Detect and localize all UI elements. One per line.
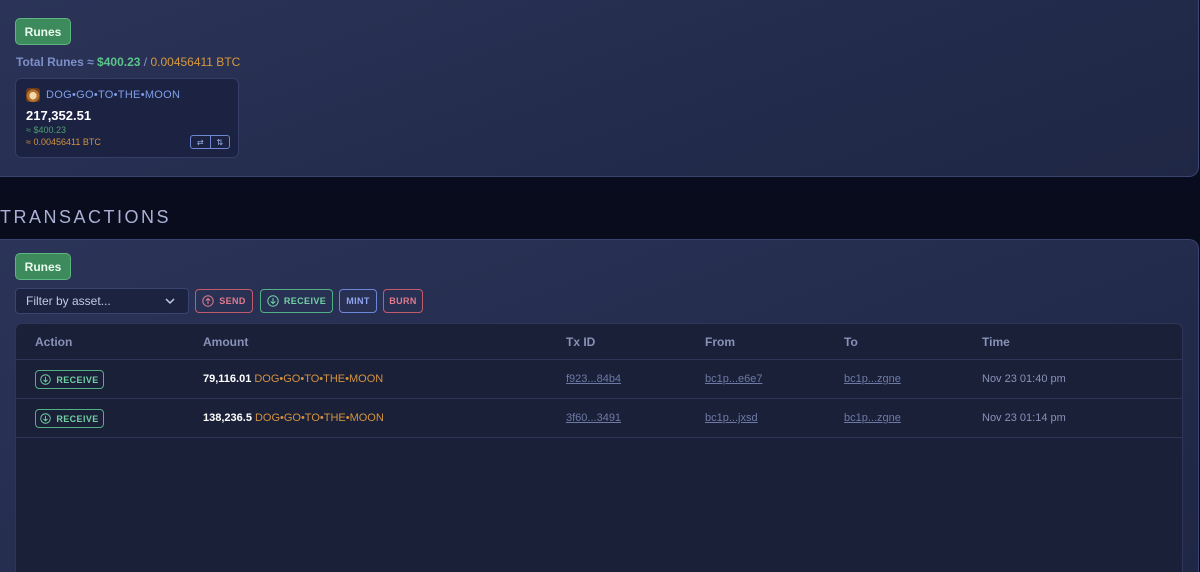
column-to: To: [844, 335, 858, 349]
amount-value: 138,236.5: [203, 412, 252, 424]
column-amount: Amount: [203, 335, 249, 349]
chevron-down-icon: [165, 298, 175, 305]
arrow-up-circle-icon: [202, 295, 214, 307]
table-row: RECEIVE 138,236.5 DOG•GO•TO•THE•MOON 3f60…: [16, 399, 1182, 438]
asset-amount: 217,352.51: [26, 108, 92, 123]
filter-mint-button[interactable]: MINT: [339, 289, 377, 313]
runes-portfolio-panel: Runes Total Runes ≈ $400.23 / 0.00456411…: [0, 0, 1199, 177]
filter-send-button[interactable]: SEND: [195, 289, 253, 313]
total-runes-summary: Total Runes ≈ $400.23 / 0.00456411 BTC: [16, 55, 240, 69]
amount-cell: 79,116.01 DOG•GO•TO•THE•MOON: [203, 373, 383, 385]
amount-cell: 138,236.5 DOG•GO•TO•THE•MOON: [203, 412, 384, 424]
arrow-down-circle-icon: [267, 295, 279, 307]
transactions-heading: TRANSACTIONS: [0, 207, 172, 227]
swap-icon[interactable]: ⇄: [191, 136, 210, 148]
transactions-table: Action Amount Tx ID From To Time RECEIVE…: [15, 323, 1183, 572]
total-usd-value: $400.23: [97, 55, 141, 69]
receive-badge-label: RECEIVE: [56, 413, 99, 424]
amount-asset: DOG•GO•TO•THE•MOON: [254, 412, 384, 424]
runes-tab-button[interactable]: Runes: [15, 18, 71, 45]
asset-btc-value: ≈ 0.00456411 BTC: [26, 137, 101, 147]
transactions-runes-tab-button[interactable]: Runes: [15, 253, 71, 280]
filter-mint-label: MINT: [346, 296, 370, 306]
filter-burn-button[interactable]: BURN: [383, 289, 423, 313]
receive-badge: RECEIVE: [35, 370, 104, 389]
table-row: RECEIVE 79,116.01 DOG•GO•TO•THE•MOON f923…: [16, 360, 1182, 399]
receive-badge-label: RECEIVE: [56, 374, 99, 385]
amount-asset: DOG•GO•TO•THE•MOON: [254, 373, 384, 385]
from-address-link[interactable]: bc1p...e6e7: [705, 373, 763, 385]
time-cell: Nov 23 01:40 pm: [982, 373, 1066, 385]
txid-link[interactable]: 3f60...3491: [566, 412, 621, 424]
arrow-down-circle-icon: [40, 413, 52, 424]
column-txid: Tx ID: [566, 335, 596, 349]
asset-filter-placeholder: Filter by asset...: [26, 294, 111, 308]
filter-receive-label: RECEIVE: [283, 296, 327, 306]
time-cell: Nov 23 01:14 pm: [982, 412, 1066, 424]
filter-receive-button[interactable]: RECEIVE: [260, 289, 333, 313]
asset-usd-value: ≈ $400.23: [26, 125, 66, 135]
total-separator: /: [143, 55, 148, 69]
amount-value: 79,116.01: [203, 373, 252, 385]
column-time: Time: [982, 335, 1010, 349]
total-btc-value: 0.00456411 BTC: [150, 55, 241, 69]
to-address-link[interactable]: bc1p...zgne: [844, 412, 901, 424]
receive-badge: RECEIVE: [35, 409, 104, 428]
txid-link[interactable]: f923...84b4: [566, 373, 621, 385]
asset-name: DOG•GO•TO•THE•MOON: [46, 89, 181, 101]
to-address-link[interactable]: bc1p...zgne: [844, 373, 901, 385]
dog-token-icon: [26, 88, 40, 102]
asset-actions: ⇄ ⇅: [190, 135, 230, 149]
transfer-icon[interactable]: ⇅: [209, 136, 230, 148]
column-action: Action: [35, 335, 73, 349]
from-address-link[interactable]: bc1p...jxsd: [705, 412, 758, 424]
arrow-down-circle-icon: [40, 374, 52, 385]
asset-filter-select[interactable]: Filter by asset...: [15, 288, 189, 314]
total-runes-label: Total Runes ≈: [16, 55, 94, 69]
column-from: From: [705, 335, 735, 349]
filter-burn-label: BURN: [389, 296, 417, 306]
rune-asset-card[interactable]: DOG•GO•TO•THE•MOON 217,352.51 ≈ $400.23 …: [15, 78, 239, 158]
filter-send-label: SEND: [219, 296, 246, 306]
table-header: Action Amount Tx ID From To Time: [16, 324, 1182, 360]
